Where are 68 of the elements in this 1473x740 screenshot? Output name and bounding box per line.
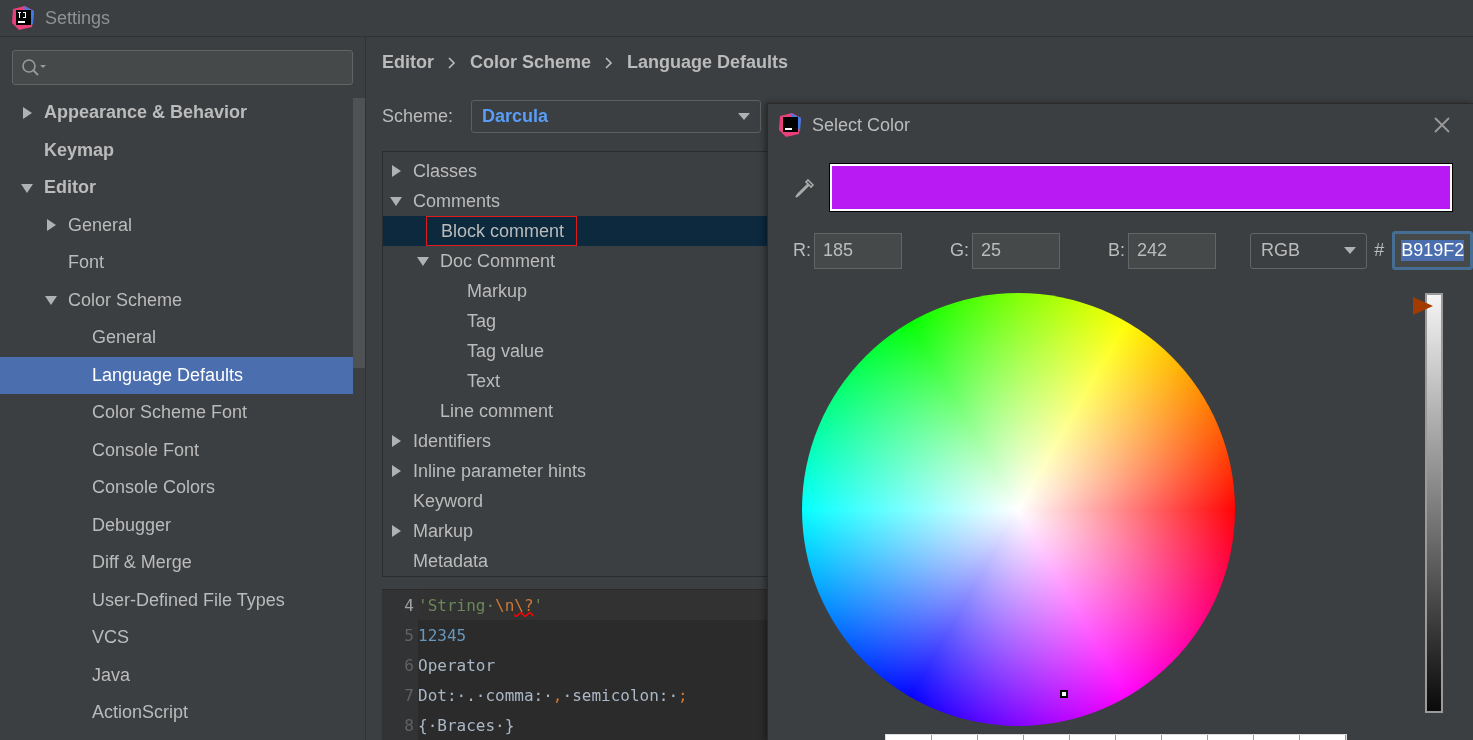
dropdown-caret-icon (1344, 247, 1357, 254)
breadcrumb-item: Color Scheme (470, 52, 592, 74)
sidebar-item[interactable]: General (0, 319, 353, 357)
search-field[interactable] (12, 50, 353, 85)
tree-item[interactable]: Markup (383, 276, 767, 306)
sidebar-item[interactable]: Language Defaults (0, 356, 353, 394)
tree-item[interactable]: Markup (383, 516, 767, 546)
sidebar-item[interactable]: Debugger (0, 506, 353, 544)
scrollbar[interactable] (353, 98, 365, 368)
sidebar-item[interactable]: Font (0, 244, 353, 282)
sidebar-item[interactable]: VCS (0, 619, 353, 657)
channel-field[interactable]: 25 (972, 232, 1060, 269)
tree-item[interactable]: Comments (383, 186, 767, 216)
brightness-slider[interactable] (1413, 293, 1443, 713)
scheme-label: Scheme: (382, 105, 454, 127)
expand-arrow-icon[interactable] (389, 524, 403, 538)
hex-field[interactable]: B919F2 (1392, 231, 1473, 270)
expand-arrow-icon[interactable] (20, 105, 34, 120)
slider-thumb[interactable] (1413, 297, 1433, 315)
sidebar-item[interactable]: User-Defined File Types (0, 581, 353, 619)
channel-label: B: (1108, 240, 1126, 261)
expand-arrow-icon[interactable] (389, 434, 403, 448)
sidebar-item[interactable]: Color Scheme Font (0, 394, 353, 432)
sidebar-item[interactable]: Editor (0, 169, 353, 207)
app-logo-icon (778, 112, 802, 138)
scheme-dropdown[interactable]: Darcula (471, 99, 762, 133)
tree-item[interactable]: Tag (383, 306, 767, 336)
expand-arrow-icon[interactable] (44, 218, 58, 233)
channel-field[interactable]: 185 (814, 232, 902, 269)
channel-field[interactable]: 242 (1128, 232, 1217, 269)
sidebar-item[interactable]: General (0, 206, 353, 244)
expand-arrow-icon[interactable] (389, 464, 403, 478)
search-icon (21, 57, 47, 78)
breadcrumb-item: Editor (382, 52, 434, 74)
tree-item[interactable]: Text (383, 366, 767, 396)
sidebar-item[interactable]: Diff & Merge (0, 544, 353, 582)
tree-item[interactable]: Classes (383, 156, 767, 186)
collapse-arrow-icon[interactable] (416, 254, 430, 268)
dialog-title: Select Color (812, 114, 912, 136)
sidebar-item[interactable]: Java (0, 656, 353, 694)
tree-item[interactable]: Identifiers (383, 426, 767, 456)
channel-label: G: (950, 240, 969, 261)
eyedropper-icon[interactable] (794, 176, 816, 199)
tree-item[interactable]: Line comment (383, 396, 767, 426)
sidebar-item[interactable]: Appearance & Behavior (0, 94, 353, 132)
tree-item[interactable]: Block comment (383, 216, 767, 246)
tree-item[interactable]: Doc Comment (383, 246, 767, 276)
tree-item[interactable]: Metadata (383, 546, 767, 576)
tree-item[interactable]: Tag value (383, 336, 767, 366)
tree-item[interactable]: Inline parameter hints (383, 456, 767, 486)
expand-arrow-icon[interactable] (389, 164, 403, 178)
collapse-arrow-icon[interactable] (389, 194, 403, 208)
color-wheel-handle[interactable] (1060, 690, 1068, 698)
sidebar-item[interactable]: ActionScript (0, 694, 353, 732)
channel-label: R: (793, 240, 811, 261)
dropdown-caret-icon (738, 112, 751, 120)
window-title: Settings (45, 7, 111, 29)
chevron-icon (605, 56, 614, 69)
sidebar-item[interactable]: Console Font (0, 431, 353, 469)
breadcrumb-item: Language Defaults (627, 52, 789, 74)
tree-item[interactable]: Keyword (383, 486, 767, 516)
sidebar-item[interactable]: Color Scheme (0, 281, 353, 319)
sidebar-item[interactable]: Keymap (0, 131, 353, 169)
hash-label: # (1374, 240, 1385, 261)
app-logo-icon (11, 5, 35, 31)
sidebar-item[interactable]: Console Colors (0, 469, 353, 507)
mode-dropdown[interactable]: RGB (1250, 232, 1368, 269)
chevron-icon (448, 56, 456, 69)
